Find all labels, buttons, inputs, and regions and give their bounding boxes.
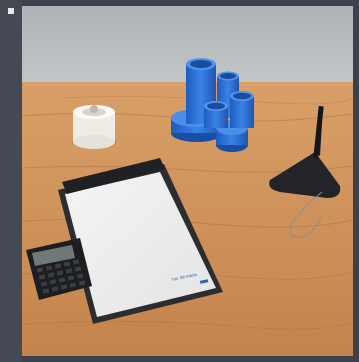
panel-handle — [8, 8, 14, 14]
left-panel — [0, 0, 22, 362]
frame-bottom — [22, 356, 359, 362]
frame-right — [353, 0, 359, 362]
product-photo: Tim. Bll Kaleta — [22, 6, 353, 356]
photo-scene: Tim. Bll Kaleta — [22, 6, 353, 356]
paperclip-holder — [72, 105, 116, 149]
